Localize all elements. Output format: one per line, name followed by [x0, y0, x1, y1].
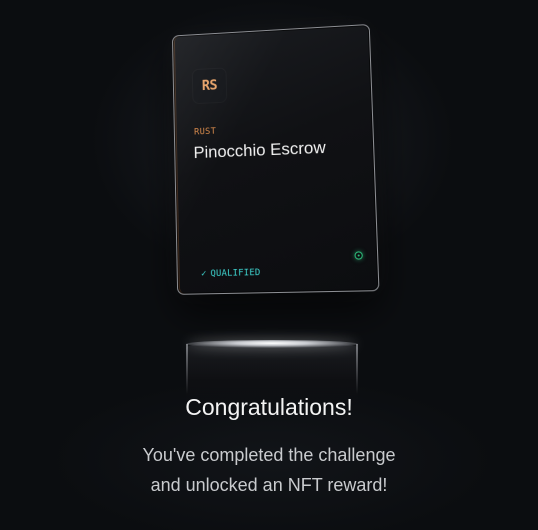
- rust-badge-icon: RS: [192, 68, 227, 104]
- pedestal-rim: [186, 340, 358, 348]
- qualified-status: ✓ QUALIFIED: [201, 268, 261, 279]
- challenge-title: Pinocchio Escrow: [193, 137, 327, 163]
- pedestal-edge-left: [186, 344, 188, 394]
- congratulations-heading: Congratulations!: [185, 394, 353, 420]
- badge-label: RS: [201, 77, 218, 95]
- message-line-2: and unlocked an NFT reward!: [150, 475, 388, 495]
- pedestal-edge-right: [356, 344, 358, 394]
- status-dot-icon: [354, 251, 363, 260]
- reward-scene: RS RUST Pinocchio Escrow ✓ QUALIFIED Cong…: [0, 0, 538, 530]
- nft-card-face: RS RUST Pinocchio Escrow ✓ QUALIFIED: [171, 23, 380, 295]
- completion-message: You've completed the challenge and unloc…: [0, 440, 538, 500]
- qualified-label: QUALIFIED: [210, 267, 261, 280]
- language-label: RUST: [193, 126, 217, 138]
- message-line-1: You've completed the challenge: [142, 445, 396, 465]
- check-icon: ✓: [200, 269, 207, 280]
- nft-card: RS RUST Pinocchio Escrow ✓ QUALIFIED: [171, 23, 380, 295]
